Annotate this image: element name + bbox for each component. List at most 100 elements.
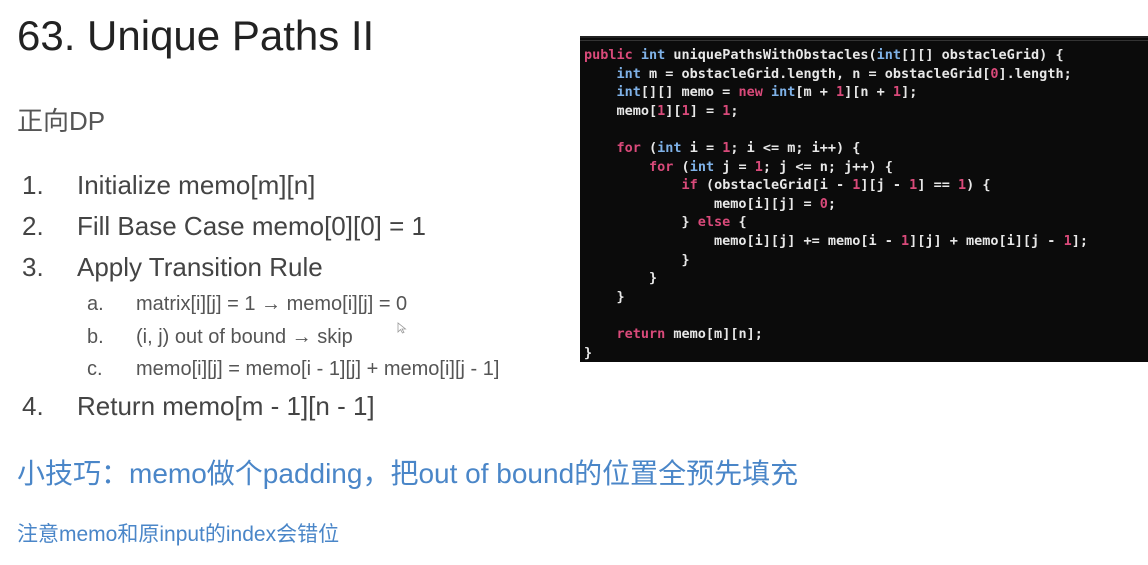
step-text: Fill Base Case memo[0][0] = 1 xyxy=(77,211,426,241)
code-token: ].length; xyxy=(998,65,1072,82)
substep-item: b. (i, j) out of bound → skip xyxy=(87,321,499,354)
step-text: Initialize memo[m][n] xyxy=(77,170,316,200)
substep-item: c. memo[i][j] = memo[i - 1][j] + memo[i][… xyxy=(87,353,499,386)
code-token: ) { xyxy=(966,177,991,194)
code-token: else xyxy=(697,214,739,231)
code-token: int xyxy=(689,158,723,175)
code-line: } xyxy=(584,288,1088,307)
code-line: int[][] memo = new int[m + 1][n + 1]; xyxy=(584,83,1088,102)
code-token: j = xyxy=(722,158,755,175)
code-token: public xyxy=(584,47,641,63)
code-token: 1 xyxy=(900,232,910,249)
substep-item: a. matrix[i][j] = 1 → memo[i][j] = 0 xyxy=(87,288,499,321)
code-token: int xyxy=(616,65,650,82)
code-line: int m = obstacleGrid.length, n = obstacl… xyxy=(584,65,1088,84)
code-token: ] == xyxy=(917,177,958,194)
step-text: Apply Transition Rule xyxy=(77,252,323,282)
code-token: uniquePathsWithObstacles( xyxy=(673,47,877,63)
code-token: 1 xyxy=(892,84,902,101)
code-token: if xyxy=(681,177,706,194)
code-token: memo[ xyxy=(584,102,658,119)
tip-text: 小技巧：memo做个padding，把out of bound的位置全预先填充 xyxy=(17,458,799,489)
substep-label: c. xyxy=(87,358,103,380)
code-token: ; j <= n; j++) { xyxy=(762,158,893,175)
code-token: ( xyxy=(649,139,658,156)
code-token: [][] obstacleGrid) { xyxy=(901,47,1064,63)
code-token: 1 xyxy=(754,158,763,175)
code-token: 0 xyxy=(819,195,828,212)
code-token: memo[i][j] += memo[i - xyxy=(584,232,901,249)
substeps-list: a. matrix[i][j] = 1 → memo[i][j] = 0 b. (i… xyxy=(87,288,499,386)
mouse-cursor-icon xyxy=(397,322,407,334)
code-token: int xyxy=(657,139,690,156)
code-line: } xyxy=(584,251,1088,270)
code-token: for xyxy=(649,158,682,175)
code-token: (obstacleGrid[i - xyxy=(705,177,853,194)
steps-list: 1. Initialize memo[m][n] 2. Fill Base Case… xyxy=(22,165,499,427)
code-token: m = obstacleGrid.length, n = obstacleGri… xyxy=(649,65,991,82)
code-token: ] = xyxy=(689,102,723,119)
code-line: if (obstacleGrid[i - 1][j - 1] == 1) { xyxy=(584,176,1088,195)
code-token: } xyxy=(584,251,690,268)
code-token: } xyxy=(584,288,625,305)
step-text: Return memo[m - 1][n - 1] xyxy=(77,390,375,421)
code-token: } xyxy=(584,214,698,231)
page-title: 63. Unique Paths II xyxy=(17,12,375,59)
substep-text: (i, j) out of bound → skip xyxy=(136,325,353,348)
code-screenshot: public int uniquePathsWithObstacles(int[… xyxy=(580,36,1148,362)
code-line: for (int i = 1; i <= m; i++) { xyxy=(584,139,1088,158)
code-token: memo[m][n]; xyxy=(673,325,763,342)
code-token: ; xyxy=(730,102,739,119)
code-token: 1 xyxy=(957,177,967,194)
code-token: ][j] + memo[i][j - xyxy=(909,232,1064,249)
substep-label: a. xyxy=(87,293,104,315)
code-block: public int uniquePathsWithObstacles(int[… xyxy=(584,46,1088,362)
code-token: ]; xyxy=(901,84,918,101)
code-line: } xyxy=(584,269,1088,288)
step-item: 3. Apply Transition Rule a. matrix[i][j] =… xyxy=(22,247,499,386)
step-item: 4. Return memo[m - 1][n - 1] xyxy=(22,386,499,427)
code-token: [m + xyxy=(795,84,836,101)
substep-text: matrix[i][j] = 1 → memo[i][j] = 0 xyxy=(136,293,408,315)
subtitle: 正向DP xyxy=(17,106,106,136)
step-item: 1. Initialize memo[m][n] xyxy=(22,165,499,206)
code-token: ][ xyxy=(665,102,682,119)
code-token: int xyxy=(770,84,796,101)
code-line: memo[i][j] = 0; xyxy=(584,195,1088,214)
code-line: memo[i][j] += memo[i - 1][j] + memo[i][j… xyxy=(584,232,1088,251)
code-token: ][n + xyxy=(844,84,893,101)
code-token: } xyxy=(584,344,593,361)
step-number: 2. xyxy=(22,211,44,241)
code-line: public int uniquePathsWithObstacles(int[… xyxy=(584,46,1088,65)
code-token: ]; xyxy=(1071,232,1088,249)
code-token: memo[i][j] = xyxy=(584,195,820,212)
step-number: 4. xyxy=(22,390,44,421)
code-panel-top-edge xyxy=(580,38,1148,41)
code-token: new xyxy=(738,84,771,101)
code-token: 0 xyxy=(990,65,999,82)
note-text: 注意memo和原input的index会错位 xyxy=(17,523,340,546)
code-token: 1 xyxy=(1063,232,1072,249)
code-token: ; xyxy=(827,195,836,212)
code-line: memo[1][1] = 1; xyxy=(584,102,1088,121)
code-token: for xyxy=(616,139,650,156)
code-token: [][] memo = xyxy=(640,84,739,101)
step-number: 3. xyxy=(22,252,44,282)
code-line: return memo[m][n]; xyxy=(584,325,1088,344)
code-token: { xyxy=(738,214,747,231)
code-token: 1 xyxy=(681,102,690,119)
step-item: 2. Fill Base Case memo[0][0] = 1 xyxy=(22,206,499,247)
code-token: return xyxy=(616,325,674,342)
code-token: 1 xyxy=(836,84,845,101)
substep-text: memo[i][j] = memo[i - 1][j] + memo[i][j … xyxy=(136,358,500,380)
code-line: for (int j = 1; j <= n; j++) { xyxy=(584,158,1088,177)
code-line: } xyxy=(584,344,1088,363)
code-token: int xyxy=(616,84,641,101)
